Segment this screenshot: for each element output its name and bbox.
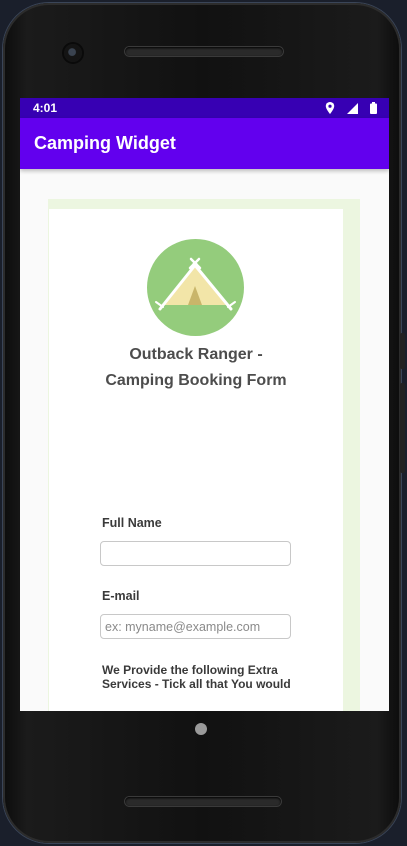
email-input[interactable]	[100, 614, 291, 639]
logo	[147, 239, 244, 336]
location-icon	[325, 102, 335, 114]
phone-frame: 4:01 Camping Widget Outback Ranger - Cam…	[3, 3, 405, 843]
form-title: Outback Ranger - Camping Booking Form	[49, 342, 343, 394]
app-title: Camping Widget	[34, 133, 176, 153]
status-bar: 4:01	[20, 98, 389, 118]
email-label: E-mail	[102, 589, 140, 603]
booking-form: Outback Ranger - Camping Booking Form Fu…	[49, 209, 343, 711]
extra-services-label: We Provide the following Extra Services …	[102, 663, 291, 691]
app-bar: Camping Widget	[20, 118, 389, 169]
battery-icon	[370, 102, 377, 114]
signal-icon	[347, 102, 358, 114]
top-speaker	[125, 47, 283, 56]
home-button[interactable]	[195, 723, 207, 735]
screen: 4:01 Camping Widget Outback Ranger - Cam…	[20, 98, 389, 711]
full-name-label: Full Name	[102, 516, 162, 530]
front-camera	[64, 44, 82, 62]
form-title-line2: Camping Booking Form	[105, 372, 287, 389]
bottom-speaker	[125, 797, 281, 806]
tent-icon	[155, 257, 236, 311]
volume-button	[400, 333, 405, 369]
status-icons	[325, 102, 377, 114]
full-name-input[interactable]	[100, 541, 291, 566]
scroll-content[interactable]: Outback Ranger - Camping Booking Form Fu…	[20, 169, 389, 711]
status-time: 4:01	[33, 101, 58, 115]
power-button	[400, 383, 405, 473]
form-title-line1: Outback Ranger -	[129, 346, 263, 363]
